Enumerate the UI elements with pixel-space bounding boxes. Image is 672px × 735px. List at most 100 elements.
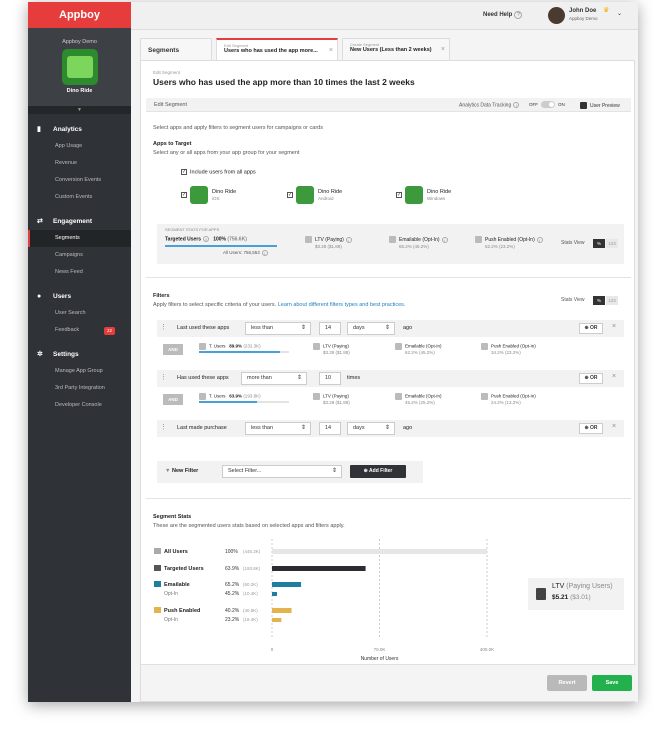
info-icon: i	[261, 250, 268, 256]
checkbox-icon: ✓	[287, 192, 293, 198]
sidebar-section-settings[interactable]: ✲ Settings	[28, 345, 131, 363]
mail-icon	[389, 236, 396, 243]
bar-3	[272, 592, 278, 596]
filter-operator-select[interactable]: more than ⇕	[241, 372, 307, 385]
sidebar-item-3rd-party-integration[interactable]: 3rd Party Integration	[28, 380, 131, 397]
x-axis-label: Number of Users	[361, 656, 399, 662]
info-icon: i	[441, 236, 448, 243]
sidebar-item-developer-console[interactable]: Developer Console	[28, 397, 131, 414]
sidebar-section-analytics[interactable]: ▮ Analytics	[28, 120, 131, 138]
sidebar-item-campaigns[interactable]: Campaigns	[28, 247, 131, 264]
filter-operator-select[interactable]: less than ⇕	[245, 422, 311, 435]
filter-unit-select[interactable]: days ⇕	[347, 422, 395, 435]
drag-handle-icon[interactable]: ⋮	[160, 323, 167, 331]
filter-unit-select[interactable]: days ⇕	[347, 322, 395, 335]
tab-create-segment[interactable]: Create Segment New Users (Less than 2 we…	[342, 38, 450, 60]
stats-view-percent[interactable]: %	[593, 239, 605, 248]
app-switcher[interactable]: Appboy Demo Dino Ride	[28, 28, 131, 106]
exchange-icon: ⇄	[37, 218, 43, 225]
tab-segments[interactable]: Segments	[140, 38, 212, 60]
info-icon: i	[513, 102, 520, 108]
tab-edit-segment[interactable]: Edit Segment Users who has used the app …	[216, 38, 338, 60]
sidebar-item-feedback[interactable]: Feedback 22	[28, 322, 131, 339]
include-all-checkbox[interactable]: ✓ Include users from all apps	[181, 169, 256, 175]
filters-view-percent[interactable]: %	[593, 296, 605, 305]
drag-handle-icon[interactable]: ⋮	[160, 373, 167, 381]
mail-icon	[395, 343, 402, 350]
info-icon: i	[345, 236, 352, 243]
filter-value-input[interactable]: 10	[319, 372, 341, 385]
avatar[interactable]	[548, 7, 565, 24]
user-preview-button[interactable]: User Preview	[580, 102, 620, 109]
sidebar-item-manage-app-group[interactable]: Manage App Group	[28, 363, 131, 380]
new-filter-row: ▼ New Filter Select Filter... ⇕ ⊕ Add Fil…	[157, 461, 423, 483]
edit-segment-label: Edit Segment	[154, 102, 188, 108]
category-icon	[154, 548, 161, 554]
save-button[interactable]: Save	[592, 675, 632, 691]
sidebar-item-segments[interactable]: Segments	[28, 230, 131, 247]
drag-handle-icon[interactable]: ⋮	[160, 423, 167, 431]
filter-row-stats: AND T. Users 63.9% (193.8K) LTV (Paying)…	[163, 391, 624, 408]
crown-icon: ♛	[603, 7, 610, 14]
revert-button[interactable]: Revert	[547, 675, 587, 691]
app-option-android[interactable]: ✓ Dino Ride Android	[287, 186, 342, 204]
need-help-link[interactable]: Need Help?	[483, 11, 523, 19]
percent-label: 100%	[225, 549, 238, 555]
close-icon[interactable]: ×	[329, 47, 333, 54]
add-filter-button[interactable]: ⊕ Add Filter	[350, 465, 406, 478]
close-icon[interactable]: ×	[441, 46, 445, 53]
percent-label: 63.9%	[225, 566, 240, 572]
intro-text: Select apps and apply filters to segment…	[153, 125, 323, 131]
category-label: Opt-In	[164, 617, 178, 623]
app-icon	[405, 186, 423, 204]
close-icon[interactable]: ×	[612, 323, 616, 330]
filter-value-input[interactable]: 14	[319, 322, 341, 335]
page-subtitle: Edit Segment	[153, 70, 181, 75]
brand-logo[interactable]: Appboy	[28, 2, 131, 28]
filters-help-link[interactable]: Learn about different filters types and …	[278, 302, 406, 308]
tab-bar: Segments Edit Segment Users who has used…	[140, 38, 454, 60]
sidebar-item-revenue[interactable]: Revenue	[28, 155, 131, 172]
x-tick-label: 70.0K	[374, 647, 386, 652]
or-button[interactable]: ⊕ OR	[579, 373, 603, 384]
sidebar-item-conversion-events[interactable]: Conversion Events	[28, 172, 131, 189]
user-name[interactable]: John Doe	[569, 8, 596, 14]
sidebar-section-users[interactable]: ● Users	[28, 287, 131, 305]
category-label: Emailable	[164, 582, 190, 588]
and-badge: AND	[163, 394, 183, 405]
chevron-down-icon[interactable]: ⌄	[617, 10, 622, 17]
chevron-down-icon[interactable]: ▼	[28, 106, 131, 114]
category-icon	[154, 565, 161, 571]
close-icon[interactable]: ×	[612, 423, 616, 430]
sidebar-section-engagement[interactable]: ⇄ Engagement	[28, 212, 131, 230]
stats-view-number[interactable]: 123	[606, 239, 618, 248]
select-filter-dropdown[interactable]: Select Filter... ⇕	[222, 465, 342, 478]
sidebar-item-user-search[interactable]: User Search	[28, 305, 131, 322]
or-button[interactable]: ⊕ OR	[579, 323, 603, 334]
user-icon	[199, 343, 206, 350]
t-users-progress-bar	[199, 351, 289, 353]
sidebar-item-app-usage[interactable]: App Usage	[28, 138, 131, 155]
filter-value-input[interactable]: 14	[319, 422, 341, 435]
sidebar-item-custom-events[interactable]: Custom Events	[28, 189, 131, 206]
segment-stats-panel: SEGMENT STATS FOR APPS Targeted Users i 1…	[157, 224, 624, 264]
app-option-ios[interactable]: ✓ Dino Ride iOS	[181, 186, 236, 204]
close-icon[interactable]: ×	[612, 373, 616, 380]
sidebar-item-news-feed[interactable]: News Feed	[28, 264, 131, 281]
apps-title: Apps to Target	[153, 141, 192, 147]
tracking-toggle[interactable]: OFF ON	[529, 101, 565, 108]
x-tick-label: 0	[271, 647, 274, 652]
app-option-windows[interactable]: ✓ Dino Ride Windows	[396, 186, 451, 204]
category-icon	[154, 581, 161, 587]
percent-label: 65.2%	[225, 582, 240, 588]
bar-2	[272, 582, 302, 587]
filters-view-number[interactable]: 123	[606, 296, 618, 305]
or-button[interactable]: ⊕ OR	[579, 423, 603, 434]
bar-4	[272, 608, 292, 613]
bar-chart-icon: ▮	[37, 126, 41, 133]
bar-0	[272, 549, 487, 554]
filter-row: ⋮ Last made purchase less than ⇕ 14 days ⇕…	[157, 420, 624, 437]
filter-operator-select[interactable]: less than ⇕	[245, 322, 311, 335]
plus-icon: ⊕	[363, 468, 368, 474]
push-stat: Push Enabled (Opt-In) i	[475, 236, 543, 243]
